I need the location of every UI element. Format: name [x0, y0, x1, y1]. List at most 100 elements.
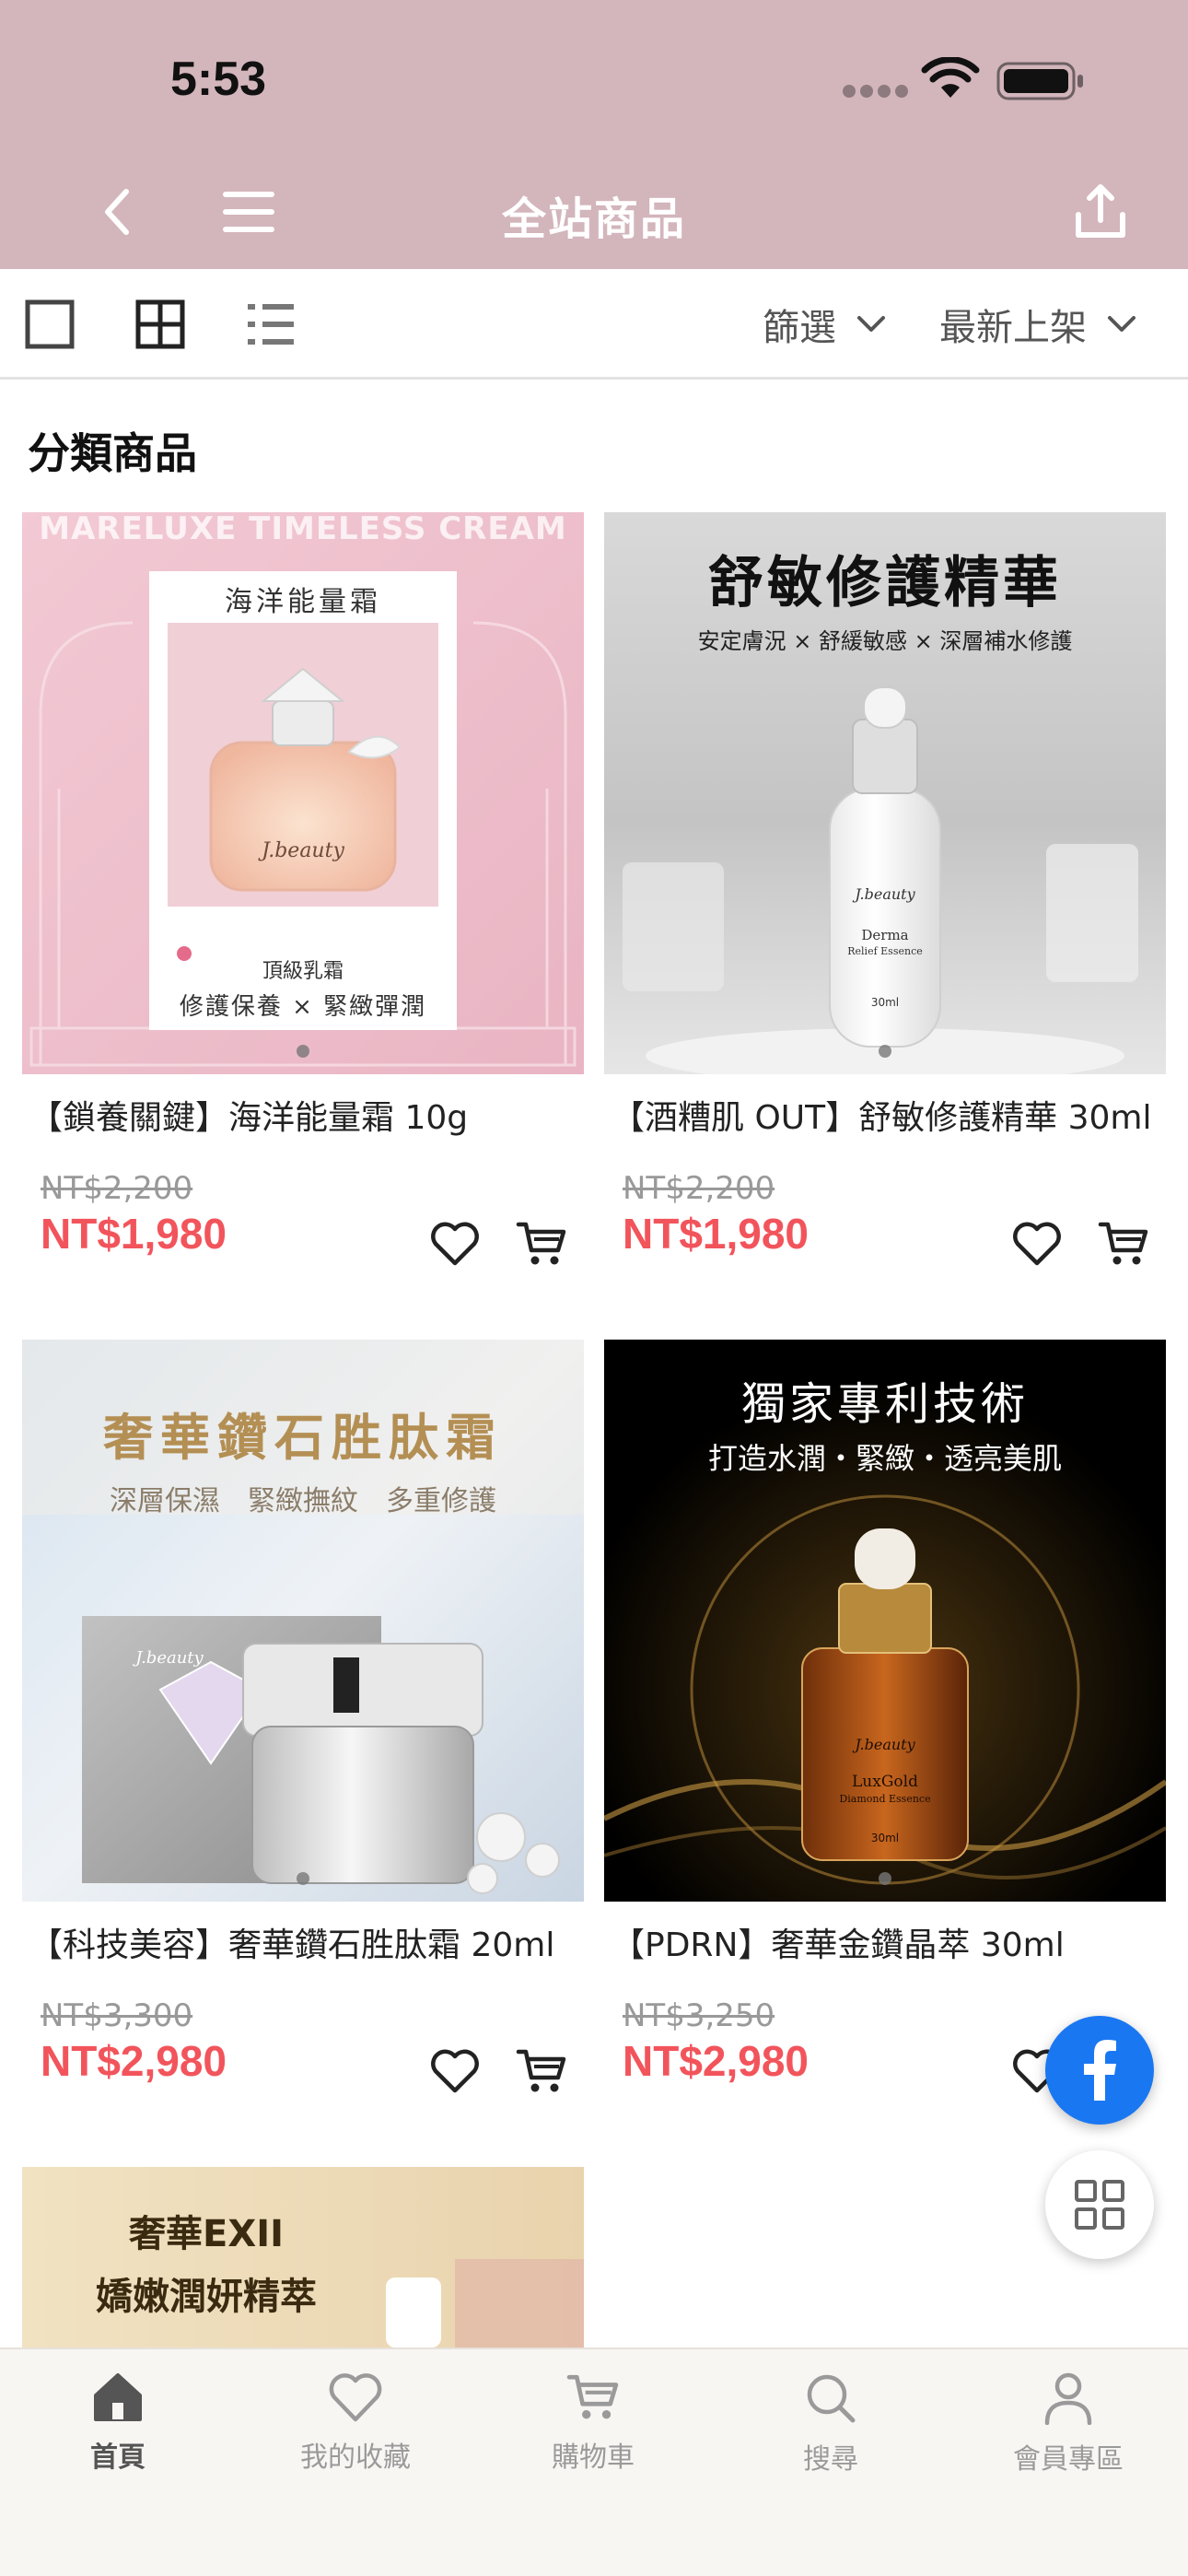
tab-label: 購物車 — [552, 2441, 635, 2474]
grid-view-button[interactable] — [131, 295, 190, 354]
cart-icon — [566, 2374, 619, 2419]
carousel-dot — [297, 1872, 309, 1885]
tab-search[interactable]: 搜尋 — [748, 2371, 914, 2491]
add-to-cart-button[interactable] — [512, 2042, 571, 2101]
product-card: MARELUXE TIMELESS CREAM 海洋能量霜 J.beauty 頂… — [22, 512, 584, 1288]
image-label: 30ml — [870, 1832, 900, 1844]
chevron-down-icon — [1108, 316, 1136, 332]
single-column-view-button[interactable] — [20, 295, 79, 354]
product-name[interactable]: 【酒糟肌 OUT】舒敏修護精華 30ml — [604, 1096, 1166, 1141]
image-heading: 獨家專利技術 — [740, 1378, 1029, 1430]
image-label: Derma — [861, 927, 909, 943]
carousel-dot — [879, 1872, 891, 1885]
sale-price: NT$2,980 — [623, 2037, 809, 2085]
grid-menu-icon — [1075, 2180, 1124, 2230]
product-image[interactable]: MARELUXE TIMELESS CREAM 海洋能量霜 J.beauty 頂… — [22, 512, 584, 1074]
page-title: 全站商品 — [501, 193, 686, 245]
facebook-button[interactable] — [1045, 2016, 1154, 2125]
sale-price: NT$1,980 — [41, 1210, 227, 1258]
image-heading: 奢華鑽石胜肽霜 — [103, 1409, 503, 1467]
image-brand: J.beauty — [855, 1736, 915, 1753]
favorite-button[interactable] — [1007, 1214, 1066, 1273]
image-heading: 奢華EXII — [129, 2213, 284, 2255]
heart-icon — [431, 2049, 479, 2093]
tab-label: 搜尋 — [803, 2443, 858, 2476]
quick-menu-button[interactable] — [1045, 2150, 1154, 2259]
image-brand: J.beauty — [135, 1648, 204, 1668]
section-title: 分類商品 — [28, 428, 197, 478]
filter-dropdown[interactable]: 篩選 — [763, 297, 886, 352]
battery-icon — [996, 62, 1083, 100]
original-price: NT$3,300 — [41, 1997, 193, 2034]
tab-label: 會員專區 — [1013, 2443, 1124, 2476]
tab-label: 我的收藏 — [300, 2441, 411, 2474]
share-button[interactable] — [1059, 175, 1142, 249]
product-image-art — [22, 2167, 584, 2348]
tab-label: 首頁 — [90, 2441, 146, 2474]
product-card: 舒敏修護精華 安定膚況 × 舒緩敏感 × 深層補水修護 J.beauty Der… — [604, 512, 1166, 1288]
image-heading: 舒敏修護精華 — [708, 551, 1062, 615]
share-icon — [1076, 184, 1125, 238]
product-name[interactable]: 【鎖養關鍵】海洋能量霜 10g — [22, 1096, 584, 1141]
cellular-signal-icon — [843, 85, 909, 98]
add-to-cart-button[interactable] — [512, 1214, 571, 1273]
list-toolbar: 篩選 最新上架 — [0, 269, 1188, 380]
image-label: 30ml — [870, 996, 900, 1009]
list-view-icon — [248, 304, 294, 345]
wifi-icon — [921, 57, 980, 98]
image-banner-text: MARELUXE TIMELESS CREAM — [39, 512, 567, 547]
product-image[interactable]: 舒敏修護精華 安定膚況 × 舒緩敏感 × 深層補水修護 J.beauty Der… — [604, 512, 1166, 1074]
status-bar: 5:53 — [0, 0, 1188, 157]
heart-icon — [1013, 1222, 1061, 1266]
list-view-button[interactable] — [241, 295, 300, 354]
home-icon — [94, 2373, 142, 2421]
sort-label: 最新上架 — [939, 307, 1087, 349]
product-image[interactable]: 獨家專利技術 打造水潤・緊緻・透亮美肌 J.beauty LuxGold Dia… — [604, 1340, 1166, 1902]
facebook-icon — [1084, 2040, 1116, 2101]
heart-icon — [431, 1222, 479, 1266]
image-label: Relief Essence — [847, 945, 923, 957]
original-price: NT$2,200 — [623, 1170, 775, 1207]
original-price: NT$3,250 — [623, 1997, 775, 2034]
product-image[interactable]: 奢華EXII 嬌嫩潤妍精萃 — [22, 2167, 584, 2348]
image-brand: J.beauty — [855, 885, 915, 903]
sort-dropdown[interactable]: 最新上架 — [939, 297, 1136, 352]
single-view-icon — [25, 299, 75, 349]
status-time: 5:53 — [170, 53, 267, 106]
favorite-button[interactable] — [425, 2042, 484, 2101]
image-label: LuxGold — [852, 1773, 918, 1791]
search-icon — [807, 2374, 856, 2423]
navigation-bar: 全站商品 — [0, 157, 1188, 269]
app-header: 5:53 全站商品 — [0, 0, 1188, 269]
product-image[interactable]: 奢華鑽石胜肽霜 深層保濕 緊緻撫紋 多重修護 J.beauty — [22, 1340, 584, 1902]
image-subtitle: 深層保濕 緊緻撫紋 多重修護 — [110, 1485, 496, 1517]
image-label: Diamond Essence — [839, 1793, 931, 1805]
favorite-button[interactable] — [425, 1214, 484, 1273]
tab-home[interactable]: 首頁 — [35, 2371, 201, 2491]
filter-label: 篩選 — [763, 307, 836, 349]
image-brand: J.beauty — [262, 839, 344, 862]
grid-view-icon — [135, 299, 185, 349]
product-card: 奢華EXII 嬌嫩潤妍精萃 — [22, 2167, 584, 2348]
cart-icon — [1098, 1222, 1148, 1265]
carousel-dot — [297, 1045, 309, 1058]
add-to-cart-button[interactable] — [1094, 1214, 1153, 1273]
tab-member[interactable]: 會員專區 — [985, 2371, 1151, 2491]
carousel-dot — [879, 1045, 891, 1058]
product-card: 奢華鑽石胜肽霜 深層保濕 緊緻撫紋 多重修護 J.beauty 【科技美容】奢華… — [22, 1340, 584, 2115]
original-price: NT$2,200 — [41, 1170, 193, 1207]
image-subtitle: 打造水潤・緊緻・透亮美肌 — [707, 1441, 1062, 1476]
product-card: 獨家專利技術 打造水潤・緊緻・透亮美肌 J.beauty LuxGold Dia… — [604, 1340, 1166, 2115]
image-subtitle: 嬌嫩潤妍精萃 — [96, 2276, 317, 2318]
cart-icon — [516, 1222, 566, 1265]
tab-cart[interactable]: 購物車 — [510, 2371, 676, 2491]
product-name[interactable]: 【PDRN】奢華金鑽晶萃 30ml — [604, 1924, 1166, 1968]
cart-icon — [516, 2049, 566, 2092]
sale-price: NT$1,980 — [623, 1210, 809, 1258]
user-icon — [1044, 2372, 1092, 2425]
sale-price: NT$2,980 — [41, 2037, 227, 2085]
image-heading: 海洋能量霜 — [225, 586, 381, 618]
image-tagline: 修護保養 × 緊緻彈潤 — [179, 993, 427, 1021]
product-name[interactable]: 【科技美容】奢華鑽石胜肽霜 20ml — [22, 1924, 584, 1968]
tab-favorites[interactable]: 我的收藏 — [273, 2371, 438, 2491]
